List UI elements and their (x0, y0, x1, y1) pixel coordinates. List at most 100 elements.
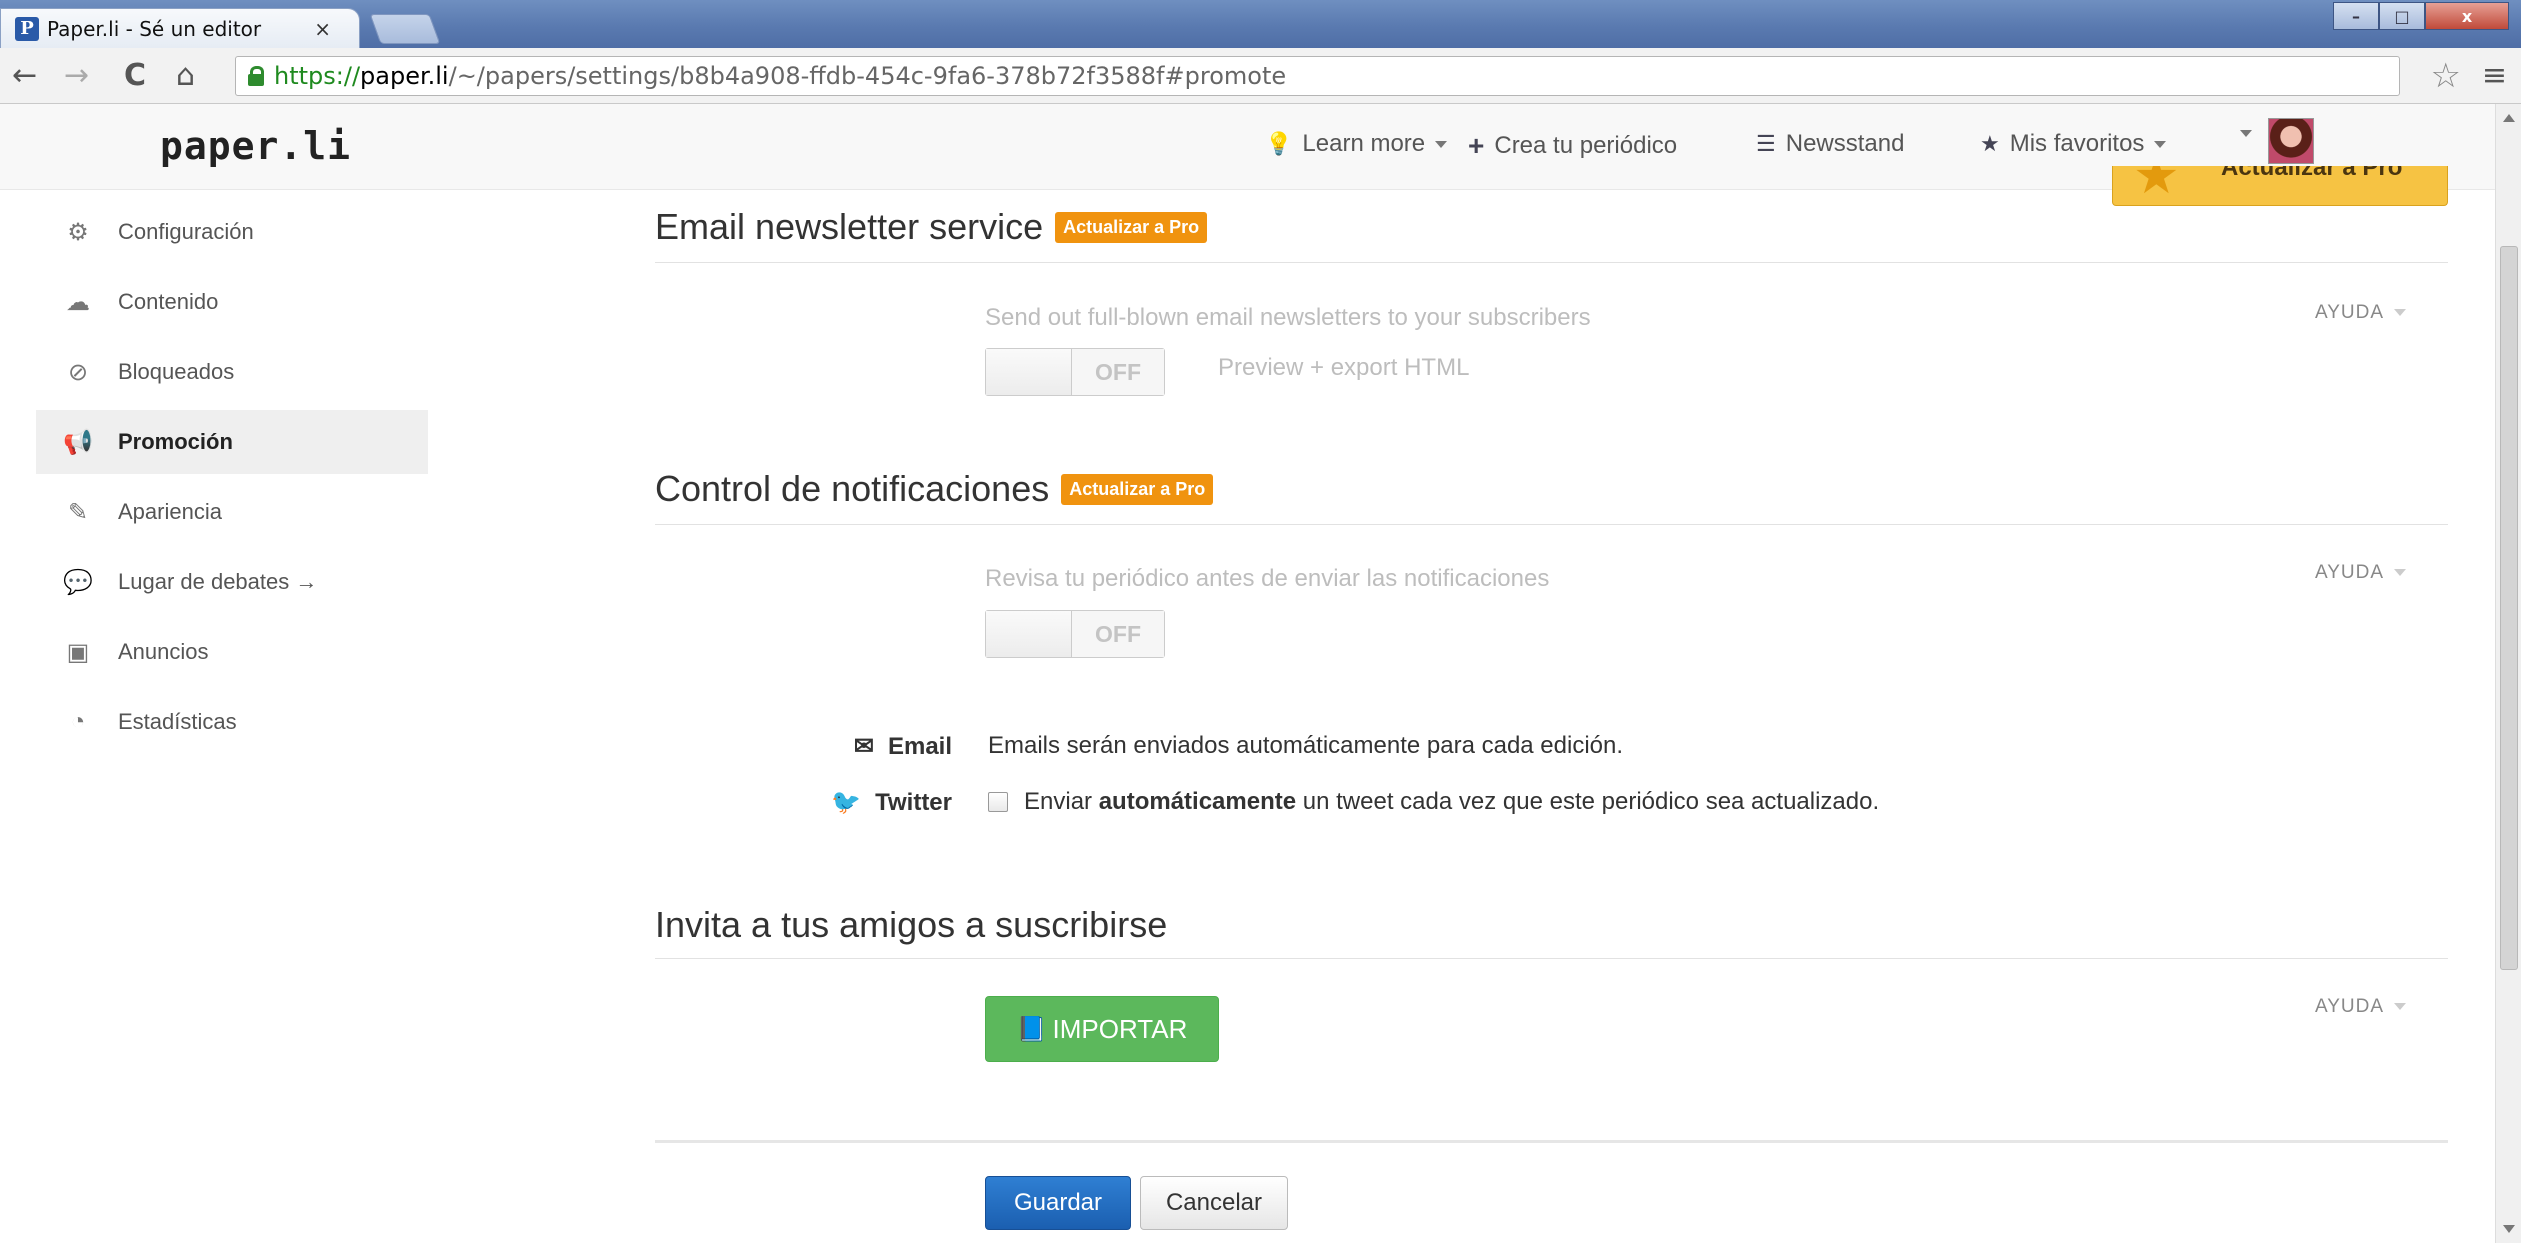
notifications-description: Revisa tu periódico antes de enviar las … (985, 565, 1550, 592)
email-label: Email (887, 733, 952, 760)
envelope-icon: ✉ (853, 733, 874, 760)
magic-wand-icon: ✎ (67, 498, 89, 526)
lightbulb-icon: 💡 (1265, 131, 1293, 156)
sidebar-item-label: Apariencia (118, 499, 222, 524)
import-label: IMPORTAR (1052, 1013, 1188, 1044)
url-text: https://paper.li/~/papers/settings/b8b4a… (274, 62, 1286, 90)
money-icon: ▣ (66, 638, 90, 666)
crea-periodico-link[interactable]: + Crea tu periódico (1468, 130, 1677, 162)
star-badge-icon: ★ (2133, 166, 2180, 206)
sidebar-item-apariencia[interactable]: ✎ Apariencia (36, 480, 428, 544)
megaphone-icon: 📢 (63, 428, 93, 456)
gear-icon: ⚙ (67, 218, 89, 246)
sidebar-item-contenido[interactable]: ☁ Contenido (36, 270, 428, 334)
caret-down-icon (2154, 140, 2167, 148)
tab-close-icon[interactable]: × (314, 17, 331, 41)
sidebar-item-bloqueados[interactable]: ⊘ Bloqueados (36, 340, 428, 404)
favoritos-menu[interactable]: ★ Mis favoritos (1980, 130, 2167, 158)
browser-tab[interactable]: P Paper.li - Sé un editor × (0, 8, 360, 48)
upgrade-pro-badge[interactable]: Actualizar a Pro (1061, 473, 1214, 505)
pro-ribbon-label: Actualizar a Pro (2221, 166, 2403, 181)
page-scrollbar[interactable] (2495, 104, 2521, 1243)
toggle-state-label: OFF (1072, 611, 1164, 657)
bookmark-star-icon[interactable]: ☆ (2431, 56, 2461, 96)
sidebar-item-configuracion[interactable]: ⚙ Configuración (36, 200, 428, 264)
ban-icon: ⊘ (67, 358, 89, 386)
sidebar-item-label: Estadísticas (118, 709, 237, 734)
lock-icon (248, 66, 264, 86)
dashboard-icon: ◔ (70, 708, 86, 735)
tab-title: Paper.li - Sé un editor (47, 16, 262, 41)
notifications-toggle[interactable]: OFF (985, 610, 1165, 658)
newsstand-link[interactable]: ☰ Newsstand (1756, 130, 1904, 158)
preview-export-link[interactable]: Preview + export HTML (1218, 354, 1469, 382)
import-button[interactable]: 📘 IMPORTAR (985, 996, 1219, 1062)
divider (655, 958, 2448, 959)
notifications-title-text: Control de notificaciones (655, 468, 1050, 509)
twitter-text-bold: automáticamente (1098, 788, 1297, 815)
minimize-button[interactable]: – (2333, 2, 2379, 30)
twitter-row-label: 🐦 Twitter (652, 788, 952, 817)
notifications-section-title: Control de notificaciones Actualizar a P… (655, 468, 1214, 510)
invite-title-text: Invita a tus amigos a suscribirse (655, 904, 1168, 945)
back-arrow-icon[interactable]: ← (12, 58, 37, 93)
upgrade-pro-ribbon[interactable]: ★ Actualizar a Pro (2112, 166, 2448, 206)
newsletter-help-dropdown[interactable]: AYUDA (2315, 302, 2407, 324)
toggle-state-label: OFF (1072, 349, 1164, 395)
twitter-auto-tweet-checkbox[interactable] (988, 792, 1008, 812)
list-icon: ☰ (1756, 131, 1776, 156)
toggle-knob (986, 349, 1072, 395)
avatar[interactable] (2268, 118, 2314, 164)
sidebar-item-promocion[interactable]: 📢 Promoción (36, 410, 428, 474)
scroll-down-arrow-icon[interactable] (2503, 1225, 2515, 1233)
email-row-label: ✉ Email (652, 732, 952, 761)
home-icon[interactable]: ⌂ (176, 58, 195, 93)
twitter-row: Enviar automáticamente un tweet cada vez… (988, 788, 1879, 816)
form-actions-divider (655, 1140, 2448, 1143)
window-controls: – □ x (2333, 2, 2509, 30)
help-label: AYUDA (2315, 562, 2385, 583)
scrollbar-thumb[interactable] (2500, 246, 2518, 970)
invite-help-dropdown[interactable]: AYUDA (2315, 996, 2407, 1018)
browser-titlebar: P Paper.li - Sé un editor × – □ x (0, 0, 2521, 48)
sidebar-item-lugar-de-debates[interactable]: 💬 Lugar de debates → (36, 550, 428, 614)
user-menu[interactable] (2240, 130, 2252, 137)
settings-sidebar: ⚙ Configuración ☁ Contenido ⊘ Bloqueados… (36, 200, 428, 760)
comments-icon: 💬 (63, 568, 93, 596)
sidebar-item-label: Promoción (118, 429, 233, 454)
sidebar-item-anuncios[interactable]: ▣ Anuncios (36, 620, 428, 684)
browser-toolbar: ← → C ⌂ https://paper.li/~/papers/settin… (0, 48, 2521, 104)
paperli-logo[interactable]: paper.li (160, 124, 351, 168)
newsstand-label: Newsstand (1785, 130, 1905, 157)
forward-arrow-icon[interactable]: → (64, 58, 89, 93)
newsletter-title-text: Email newsletter service (655, 206, 1044, 247)
learn-more-label: Learn more (1302, 130, 1426, 157)
window-close-button[interactable]: x (2425, 2, 2509, 30)
url-path: /~/papers/settings/b8b4a908-ffdb-454c-9f… (448, 62, 1287, 90)
url-scheme: https:// (274, 62, 361, 90)
toggle-knob (986, 611, 1072, 657)
caret-down-icon (2240, 130, 2252, 137)
star-icon: ★ (1980, 131, 2000, 156)
upgrade-pro-badge[interactable]: Actualizar a Pro (1055, 211, 1208, 243)
sidebar-item-estadisticas[interactable]: ◔ Estadísticas (36, 690, 428, 754)
cancel-button[interactable]: Cancelar (1140, 1176, 1288, 1230)
caret-down-icon (1435, 140, 1448, 148)
sidebar-item-label: Anuncios (118, 639, 209, 664)
caret-down-icon (2394, 309, 2407, 317)
save-button[interactable]: Guardar (985, 1176, 1131, 1230)
maximize-button[interactable]: □ (2379, 2, 2425, 30)
browser-menu-icon[interactable]: ≡ (2482, 58, 2507, 93)
book-icon: 📘 (1016, 1015, 1047, 1043)
newsletter-section-title: Email newsletter service Actualizar a Pr… (655, 206, 1208, 248)
newsletter-toggle[interactable]: OFF (985, 348, 1165, 396)
notifications-help-dropdown[interactable]: AYUDA (2315, 562, 2407, 584)
new-tab-button[interactable] (369, 14, 441, 44)
address-bar[interactable]: https://paper.li/~/papers/settings/b8b4a… (235, 56, 2400, 96)
reload-icon[interactable]: C (124, 58, 146, 93)
twitter-bird-icon: 🐦 (831, 789, 862, 816)
paperli-favicon-icon: P (15, 16, 39, 41)
scroll-up-arrow-icon[interactable] (2503, 114, 2515, 122)
learn-more-menu[interactable]: 💡 Learn more (1265, 130, 1448, 158)
sidebar-item-label: Bloqueados (118, 359, 235, 384)
